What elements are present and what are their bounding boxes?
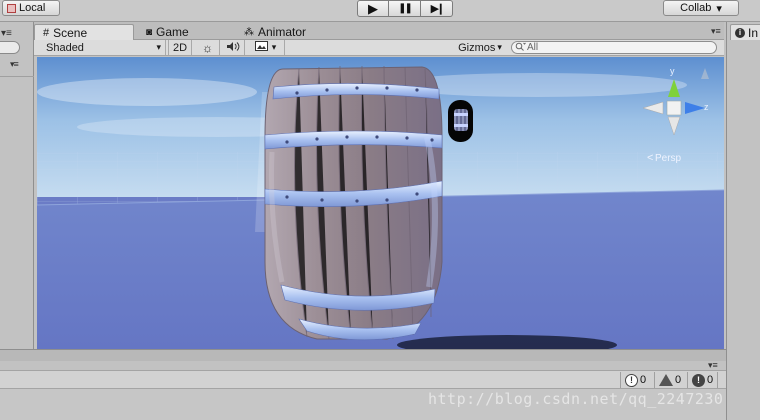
- search-icon: [515, 42, 526, 54]
- 2d-label: 2D: [172, 41, 188, 54]
- gizmos-label: Gizmos: [458, 41, 496, 54]
- 2d-mode-toggle[interactable]: 2D: [168, 40, 192, 55]
- error-count: 0: [707, 374, 714, 386]
- tab-scene-label: Scene: [53, 25, 88, 40]
- image-icon: [254, 41, 268, 54]
- gizmos-dropdown[interactable]: Gizmos ▾: [452, 40, 508, 55]
- scene-render: y z < Persp: [37, 57, 724, 349]
- local-label: Local: [19, 2, 46, 14]
- inspector-panel-edge: i In: [726, 22, 760, 420]
- error-count-toggle[interactable]: ! 0: [687, 372, 719, 388]
- panel-splitter[interactable]: [0, 349, 726, 361]
- scene-viewport[interactable]: y z < Persp: [37, 57, 724, 349]
- play-button[interactable]: ▶: [357, 0, 389, 17]
- warning-count-toggle[interactable]: 0: [654, 372, 685, 388]
- info-icon: !: [625, 373, 638, 387]
- local-pivot-button[interactable]: Local: [2, 0, 60, 16]
- pause-button[interactable]: ❚❚: [389, 0, 421, 17]
- axis-z-label: z: [704, 102, 709, 112]
- main-toolbar: Local ▶ ❚❚ ▶❙ Collab ▾: [0, 0, 760, 22]
- scene-search-input[interactable]: All: [511, 41, 717, 54]
- panel-menu-icon[interactable]: ▾≡: [10, 59, 19, 70]
- collab-button[interactable]: Collab ▾: [663, 0, 739, 16]
- hierarchy-panel-edge: ▾≡ ▾≡: [0, 22, 34, 352]
- tab-inspector-label: In: [748, 25, 759, 40]
- info-count-toggle[interactable]: ! 0: [620, 372, 650, 388]
- barrel-model[interactable]: [264, 65, 443, 341]
- scene-effects-dropdown[interactable]: ▾: [247, 40, 285, 55]
- grid-icon: #: [43, 26, 50, 39]
- play-icon: ▶: [368, 0, 378, 16]
- panel-divider: [0, 76, 34, 77]
- chevron-down-icon: ▾: [716, 2, 722, 15]
- search-placeholder: All: [527, 42, 539, 53]
- cube-icon: [7, 3, 16, 13]
- watermark: http://blog.csdn.net/qq_2247230: [428, 390, 724, 408]
- step-button[interactable]: ▶❙: [421, 0, 453, 17]
- projection-label[interactable]: Persp: [655, 153, 682, 164]
- pause-icon: ❚❚: [398, 3, 413, 14]
- speaker-icon: [226, 41, 240, 55]
- tab-game[interactable]: ◙ Game: [138, 24, 197, 40]
- scene-toolbar: Shaded ▾ 2D ☼ ▾ Gizmos ▾ All: [34, 40, 724, 56]
- console-toolbar: ! 0 0 ! 0: [0, 370, 726, 389]
- warning-count: 0: [675, 374, 682, 386]
- tab-game-label: Game: [156, 25, 189, 39]
- chevron-down-icon: ▾: [156, 42, 161, 52]
- chevron-down-icon: ▾: [497, 42, 502, 52]
- warning-icon: [659, 374, 673, 386]
- sun-icon: ☼: [202, 40, 213, 55]
- shading-mode-dropdown[interactable]: Shaded ▾: [40, 40, 166, 55]
- tab-scene[interactable]: # Scene: [34, 24, 134, 40]
- capsule-object[interactable]: [448, 100, 473, 142]
- view-tab-bar: # Scene ◙ Game ⁂ Animator ▾≡: [34, 22, 724, 40]
- info-count: 0: [640, 374, 647, 386]
- scene-lighting-toggle[interactable]: ☼: [196, 40, 220, 55]
- animator-icon: ⁂: [244, 26, 254, 38]
- tab-menu-icon[interactable]: ▾≡: [711, 26, 721, 37]
- shading-mode-label: Shaded: [46, 41, 84, 54]
- scene-audio-toggle[interactable]: [221, 40, 245, 55]
- axis-y-label: y: [670, 66, 675, 76]
- error-icon: !: [692, 373, 705, 387]
- persp-arrow-icon: <: [647, 152, 653, 164]
- game-controller-icon: ◙: [146, 26, 153, 38]
- tab-animator-label: Animator: [258, 25, 307, 39]
- hierarchy-search-input[interactable]: [0, 41, 20, 54]
- tab-animator[interactable]: ⁂ Animator: [236, 24, 314, 40]
- playback-controls: ▶ ❚❚ ▶❙: [357, 0, 453, 17]
- panel-menu-icon[interactable]: ▾≡: [1, 28, 12, 39]
- info-icon: i: [735, 27, 745, 38]
- step-icon: ▶❙: [430, 3, 446, 15]
- chevron-down-icon: ▾: [271, 42, 277, 52]
- collab-label: Collab: [680, 2, 712, 14]
- tab-inspector[interactable]: i In: [730, 24, 760, 40]
